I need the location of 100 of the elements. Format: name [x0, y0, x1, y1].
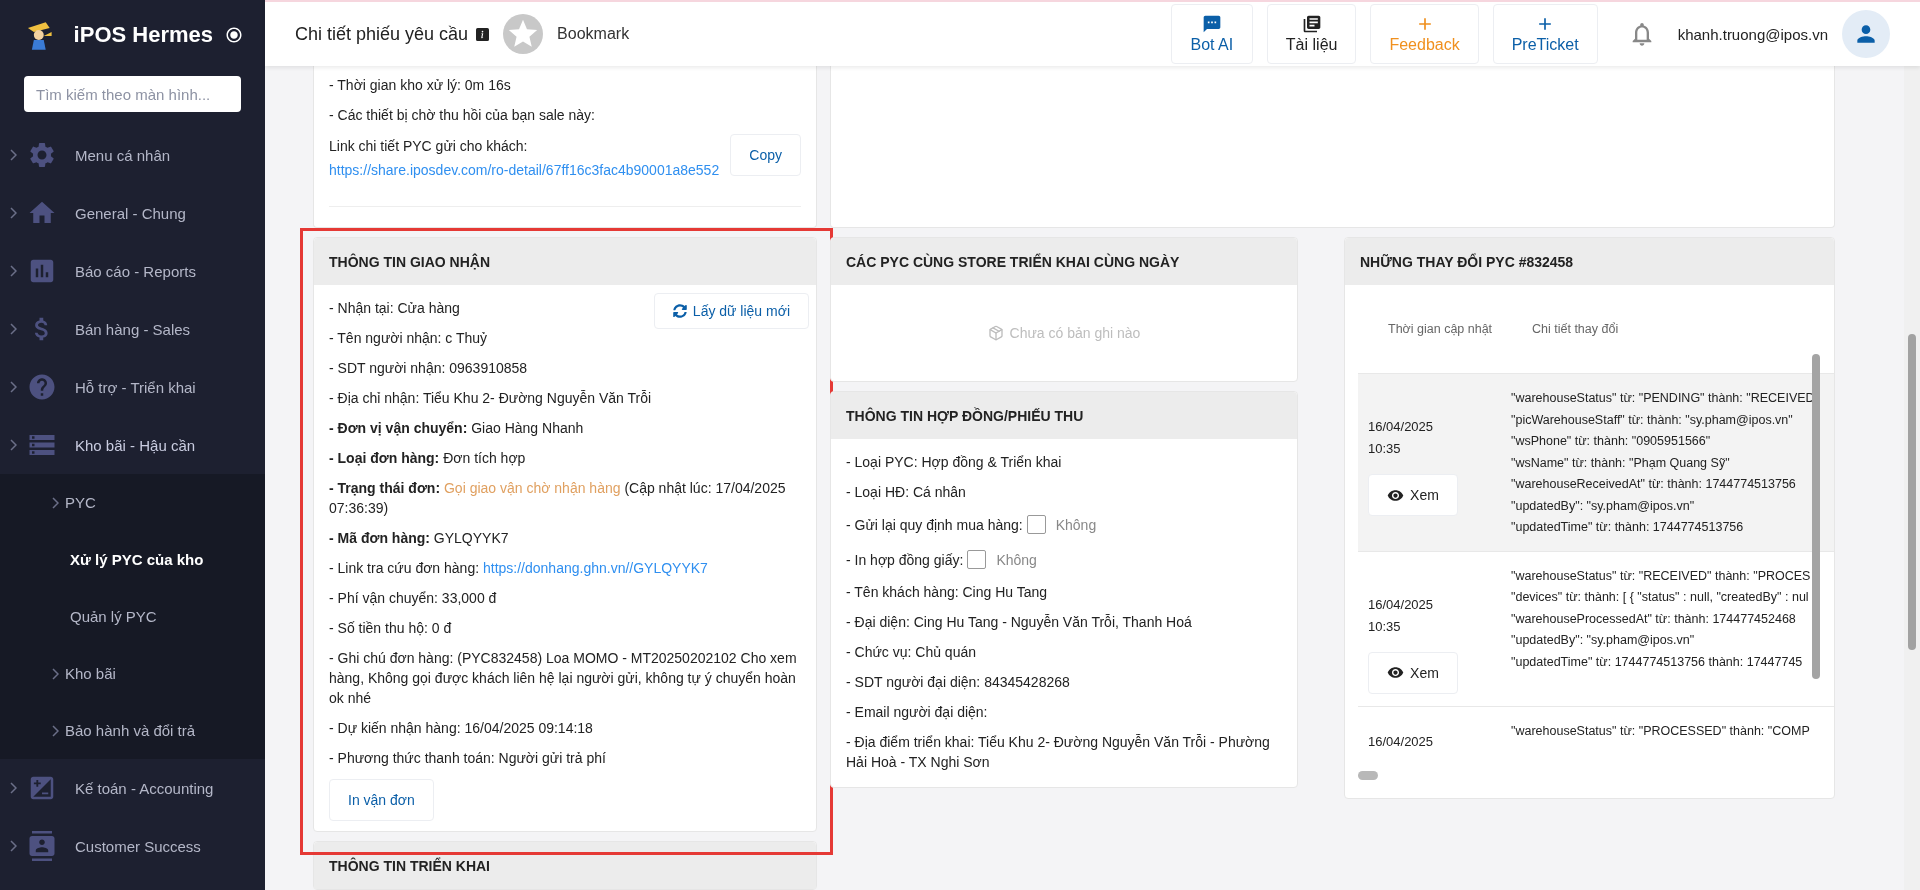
- info-line: - Loại HĐ: Cá nhân: [846, 483, 966, 502]
- menu-item[interactable]: Kho bãi - Hậu cần: [0, 416, 265, 474]
- checkbox[interactable]: [967, 550, 987, 569]
- menu-item[interactable]: Kế toán - Accounting: [0, 759, 265, 817]
- info-line: - Tên người nhận: c Thuỷ: [329, 329, 488, 348]
- radio-icon[interactable]: [225, 26, 243, 44]
- menu-item[interactable]: Hỗ trợ - Triển khai: [0, 358, 265, 416]
- menu-item[interactable]: Customer Success: [0, 817, 265, 875]
- info-line: - Thời gian kho xử lý: 0m 16s: [329, 76, 511, 95]
- checkbox-label: Không: [996, 551, 1037, 568]
- change-line: "wsPhone" từ: thành: "0905951566": [1511, 433, 1712, 450]
- change-line: "updatedBy": "sy.pham@ipos.vn": [1511, 632, 1696, 649]
- change-line: "warehouseProcessedAt" từ: thành: 174477452468: [1511, 610, 1797, 628]
- chevron-icon: [52, 667, 59, 680]
- history-row[interactable]: [1358, 373, 1834, 551]
- empty-message: Chưa có bản ghi nào: [1009, 325, 1141, 341]
- menu-item[interactable]: Menu cá nhân: [0, 126, 265, 184]
- print-button[interactable]: In vận đơn: [329, 779, 434, 821]
- checkbox[interactable]: [1026, 515, 1046, 534]
- scrollbar[interactable]: [1904, 66, 1920, 890]
- header-button[interactable]: Tài liệu: [1266, 4, 1357, 64]
- chevron-icon: [52, 724, 59, 737]
- card-title: THÔNG TIN HỢP ĐỒNG/PHIẾU THU: [831, 392, 1297, 439]
- eye-icon: [1387, 664, 1405, 681]
- bookmark-label: Bookmark: [557, 25, 630, 43]
- info-line: - Ghi chú đơn hàng: (PYC832458) Loa MOMO - MT20250202102 Cho xem hàng, Không gọi được khách liên hệ lại người gửi, không tự ý chuyển hoàn ok nhé: [329, 649, 798, 708]
- checkbox-label: Không: [1055, 516, 1097, 533]
- info-line: - Loại PYC: Hợp đồng & Triển khai: [846, 453, 1062, 472]
- info-line: - Địa chỉ nhận: Tiểu Khu 2- Đường Nguyễn Văn Trỗi: [329, 389, 652, 408]
- card-title: NHỮNG THAY ĐỔI PYC #832458: [1345, 238, 1834, 285]
- info-line: - SDT người nhận: 0963910858: [329, 359, 528, 378]
- settings-icon: [27, 140, 57, 170]
- info-line: - Phương thức thanh toán: Người gửi trả phí: [329, 749, 606, 768]
- change-line: "updatedBy": "sy.pham@ipos.vn": [1511, 497, 1696, 515]
- change-line: "warehouseStatus" từ: "PROCESSED" thành: "COMP: [1511, 722, 1810, 740]
- info-line: - Nhận tại: Cửa hàng: [329, 299, 460, 318]
- chevron-icon: [10, 381, 17, 393]
- submenu-item[interactable]: Kho bãi: [0, 645, 265, 702]
- submenu-item[interactable]: PYC: [0, 474, 265, 531]
- change-line: "warehouseReceivedAt" từ: thành: 1744774513756: [1511, 476, 1797, 493]
- menu-item[interactable]: Bán hàng - Sales: [0, 300, 265, 358]
- info-line: - Tên khách hàng: Cing Hu Tang: [846, 583, 1048, 602]
- submenu-item[interactable]: Xử lý PYC của kho: [0, 531, 265, 588]
- header-button[interactable]: Bot AI: [1170, 4, 1253, 64]
- info-line: - Đơn vị vận chuyển: Giao Hàng Nhanh: [329, 419, 584, 438]
- info-line: - Link tra cứu đơn hàng: https://donhang.ghn.vn//GYLQYYK7: [329, 559, 708, 578]
- copy-button[interactable]: Copy: [730, 134, 801, 176]
- info-line: - Số tiền thu hộ: 0 đ: [329, 619, 452, 638]
- chevron-icon: [52, 496, 59, 509]
- menu-item[interactable]: General - Chung: [0, 184, 265, 242]
- info-line: Link chi tiết PYC gửi cho khách: https://share.iposdev.com/ro-detail/67ff16c3fac4b90001a8e552: [329, 134, 721, 182]
- chevron-icon: [10, 840, 17, 852]
- chevron-icon: [10, 207, 17, 219]
- info-line: - Chức vụ: Chủ quán: [846, 643, 976, 662]
- time-text: 10:35: [1368, 440, 1401, 458]
- refresh-icon: [672, 304, 687, 318]
- date-text: 16/04/2025: [1368, 732, 1434, 751]
- column-header: Chi tiết thay đổi: [1531, 322, 1619, 336]
- view-button[interactable]: Xem: [1368, 651, 1458, 694]
- search-field[interactable]: Tìm kiếm theo màn hình...: [24, 76, 241, 112]
- scrollbar[interactable]: [1358, 770, 1378, 780]
- page-title: Chi tiết phiếu yêu cầu: [295, 23, 469, 45]
- card-title: THÔNG TIN GIAO NHẬN: [314, 238, 816, 285]
- chat-icon: [1201, 14, 1222, 34]
- info-line: - Các thiết bị chờ thu hồi của bạn sale này:: [329, 106, 595, 125]
- contact-card-icon: [27, 831, 57, 861]
- info-line: - Loại đơn hàng: Đơn tích hợp: [329, 449, 526, 468]
- header-button[interactable]: PreTicket: [1492, 4, 1598, 64]
- column-header: Thời gian cập nhật: [1387, 322, 1494, 336]
- info-line: - Email người đại diện:: [846, 703, 988, 722]
- info-line: - Dự kiến nhận hàng: 16/04/2025 09:14:18: [329, 719, 593, 738]
- submenu-item[interactable]: Bảo hành và đổi trả: [0, 702, 265, 759]
- info-line: - In hợp đồng giấy:: [846, 551, 964, 568]
- chevron-icon: [10, 323, 17, 335]
- view-button[interactable]: Xem: [1368, 474, 1458, 516]
- star-avatar: [503, 14, 544, 54]
- change-line: "picWarehouseStaff" từ: thành: "sy.pham@ipos.vn": [1511, 411, 1794, 429]
- info-line: - Gửi lại quy định mua hàng:: [846, 516, 1023, 533]
- scrollbar[interactable]: [1812, 354, 1820, 679]
- submenu-item[interactable]: Quản lý PYC: [0, 588, 265, 645]
- info-line: - SDT người đại diện: 84345428268: [846, 673, 1070, 692]
- info-line: - Mã đơn hàng: GYLQYYK7: [329, 529, 509, 548]
- chevron-icon: [10, 439, 17, 451]
- chevron-icon: [10, 265, 17, 277]
- menu-item[interactable]: Báo cáo - Reports: [0, 242, 265, 300]
- help-icon: [27, 372, 57, 402]
- chevron-icon: [10, 782, 17, 794]
- refresh-button[interactable]: Lấy dữ liệu mới: [653, 293, 809, 329]
- info-line: - Phí vận chuyển: 33,000 đ: [329, 589, 497, 608]
- card-title: THÔNG TIN TRIỂN KHAI: [314, 842, 816, 889]
- info-line: - Đại diện: Cing Hu Tang - Nguyễn Văn Trỗi, Thanh Hoá: [846, 613, 1192, 632]
- change-line: "warehouseStatus" từ: "PENDING" thành: "RECEIVED: [1511, 390, 1815, 407]
- change-line: "warehouseStatus" từ: "RECEIVED" thành: "PROCES: [1511, 567, 1811, 585]
- info-icon[interactable]: [476, 27, 490, 41]
- card-title: CÁC PYC CÙNG STORE TRIỂN KHAI CÙNG NGÀY: [831, 238, 1297, 285]
- info-line: - Địa điểm triển khai: Tiểu Khu 2- Đường Nguyễn Văn Trỗi - Phường Hải Hoà - TX Nghi Sơn: [846, 733, 1271, 772]
- time-text: 10:35: [1368, 617, 1401, 636]
- user-avatar[interactable]: [1842, 10, 1890, 58]
- change-line: "updatedTime" từ: 1744774513756 thành: 17447745: [1511, 653, 1804, 671]
- date-text: 16/04/2025: [1368, 595, 1434, 614]
